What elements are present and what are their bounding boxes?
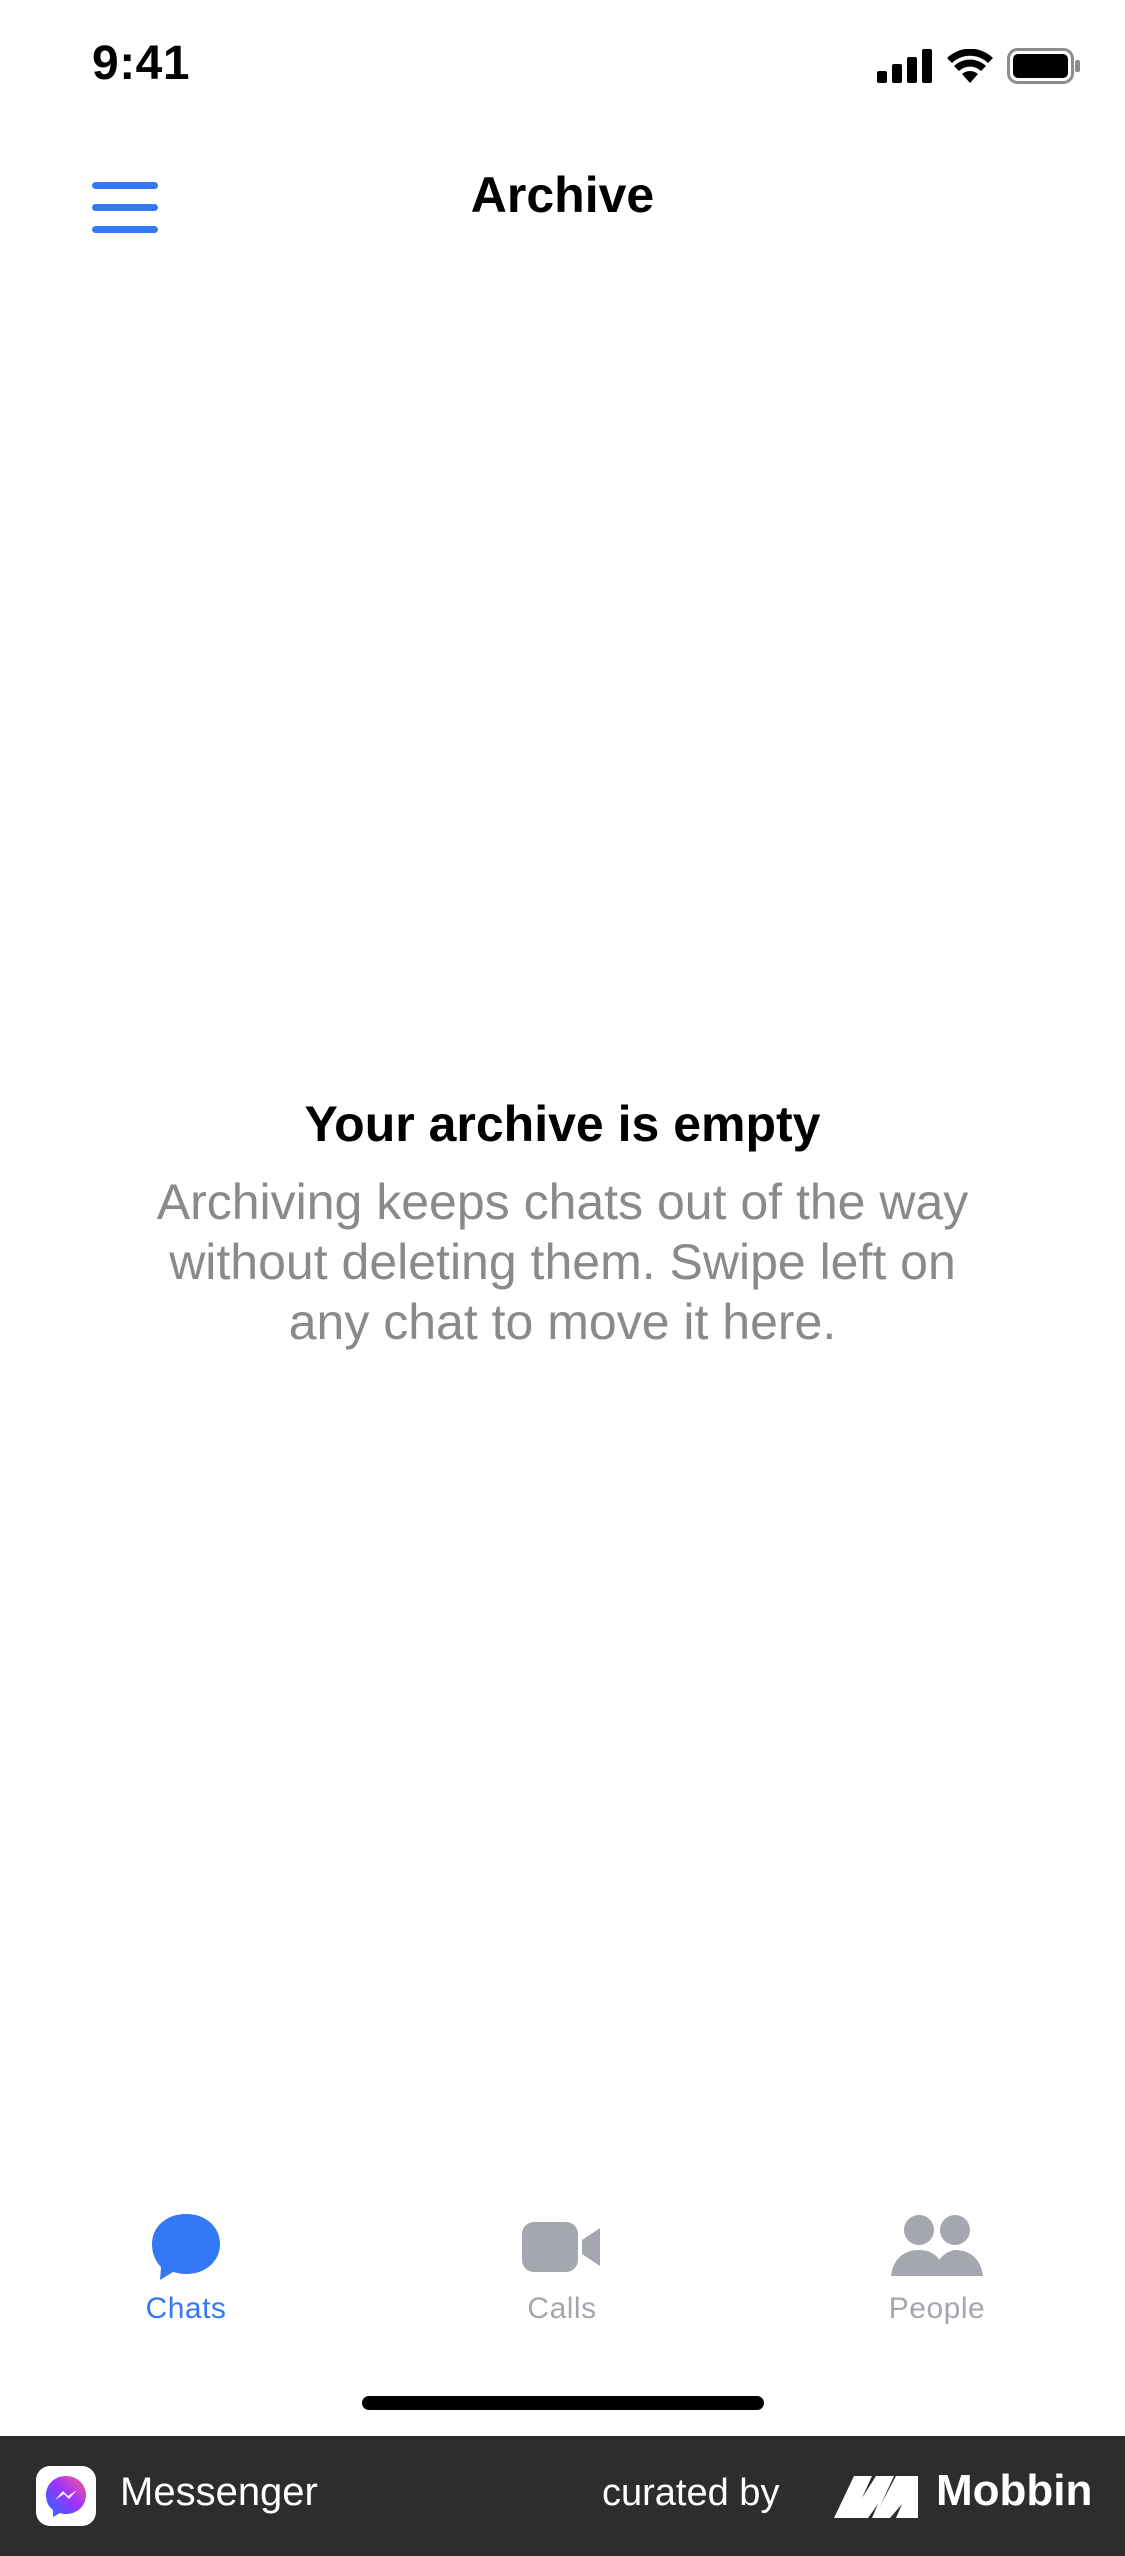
- tab-chats[interactable]: Chats: [66, 2200, 306, 2340]
- people-icon: [891, 2215, 983, 2276]
- tab-calls[interactable]: Calls: [442, 2200, 682, 2340]
- footer-curated-label: curated by: [602, 2472, 780, 2514]
- mobbin-logo-icon: [834, 2476, 918, 2518]
- footer-banner: Messenger curated by Mobbin: [0, 2436, 1125, 2556]
- empty-state-description: Archiving keeps chats out of the way wit…: [156, 1174, 969, 1350]
- video-camera-icon: [522, 2222, 600, 2272]
- page-title: Archive: [470, 167, 655, 223]
- empty-state-title: Your archive is empty: [304, 1096, 821, 1152]
- cellular-signal-icon: [877, 49, 932, 83]
- tab-calls-label: Calls: [527, 2292, 597, 2325]
- status-bar: 9:41: [0, 0, 1125, 140]
- status-icons: [877, 48, 1081, 84]
- status-time: 9:41: [92, 37, 191, 90]
- footer-brand: Mobbin: [936, 2466, 1093, 2515]
- tab-people[interactable]: People: [817, 2200, 1057, 2340]
- chat-bubble-icon: [152, 2214, 220, 2280]
- messenger-app-icon: [36, 2466, 96, 2526]
- empty-state: Your archive is empty Archiving keeps ch…: [0, 1088, 1125, 1352]
- wifi-icon: [947, 49, 993, 83]
- tab-bar: Chats Calls People: [0, 2200, 1125, 2340]
- tab-chats-label: Chats: [145, 2292, 227, 2325]
- home-indicator: [362, 2396, 764, 2410]
- battery-icon: [1007, 48, 1080, 84]
- footer-app-name: Messenger: [120, 2470, 318, 2514]
- nav-bar: Archive: [0, 140, 1125, 260]
- tab-people-label: People: [888, 2292, 986, 2325]
